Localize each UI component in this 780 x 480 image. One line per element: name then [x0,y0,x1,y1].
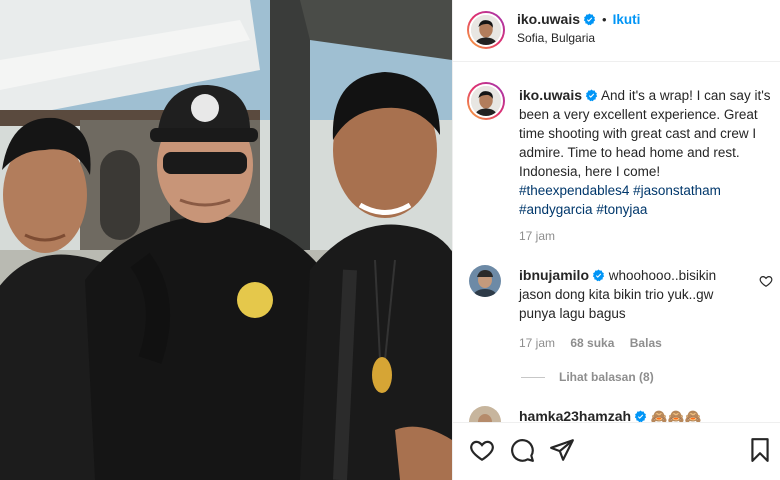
verified-badge-icon [585,89,598,102]
verified-badge-icon [592,269,605,282]
bookmark-icon[interactable] [747,437,773,463]
hashtag-link[interactable]: #theexpendables4 [519,183,629,198]
hashtag-link[interactable]: #andygarcia [519,202,593,217]
caption-username[interactable]: iko.uwais [519,87,582,103]
paper-plane-icon[interactable] [549,437,575,463]
hashtag-link[interactable]: #tonyjaa [596,202,647,217]
verified-badge-icon [583,13,596,26]
view-replies-label: Lihat balasan (8) [559,370,654,384]
caption-time[interactable]: 17 jam [519,229,555,243]
comment-avatar-image [469,265,501,297]
author-avatar-image [471,15,501,45]
heart-outline-icon[interactable] [759,274,773,288]
post-photo[interactable] [0,0,452,480]
comment-likes[interactable]: 68 suka [570,336,614,350]
hashtag-link[interactable]: #jasonstatham [633,183,721,198]
comment-item: ibnujamilo whoohooo..bisikin jason dong … [519,266,749,323]
caption-avatar[interactable] [467,82,505,120]
heart-icon[interactable] [469,437,495,463]
post-location[interactable]: Sofia, Bulgaria [517,31,595,45]
comment-time[interactable]: 17 jam [519,336,555,350]
follow-button[interactable]: Ikuti [613,12,641,27]
comment-username[interactable]: ibnujamilo [519,267,589,283]
post-header: iko.uwais • Ikuti Sofia, Bulgaria [453,0,780,62]
post-caption: iko.uwais And it's a wrap! I can say it'… [519,86,775,219]
separator-dot: • [602,12,607,27]
post-action-bar [453,422,780,480]
post-image [0,0,452,480]
header-username[interactable]: iko.uwais [517,11,580,27]
post-sidebar: iko.uwais • Ikuti Sofia, Bulgaria iko.uwai… [452,0,780,480]
reply-button[interactable]: Balas [630,336,662,350]
author-avatar[interactable] [467,11,505,49]
comment-meta: 17 jam 68 suka Balas [519,336,662,350]
divider-line [521,377,545,379]
caption-avatar-image [471,86,501,116]
comment-icon[interactable] [509,437,535,463]
view-replies-button[interactable]: Lihat balasan (8) [521,370,654,384]
comment-avatar[interactable] [469,265,501,297]
